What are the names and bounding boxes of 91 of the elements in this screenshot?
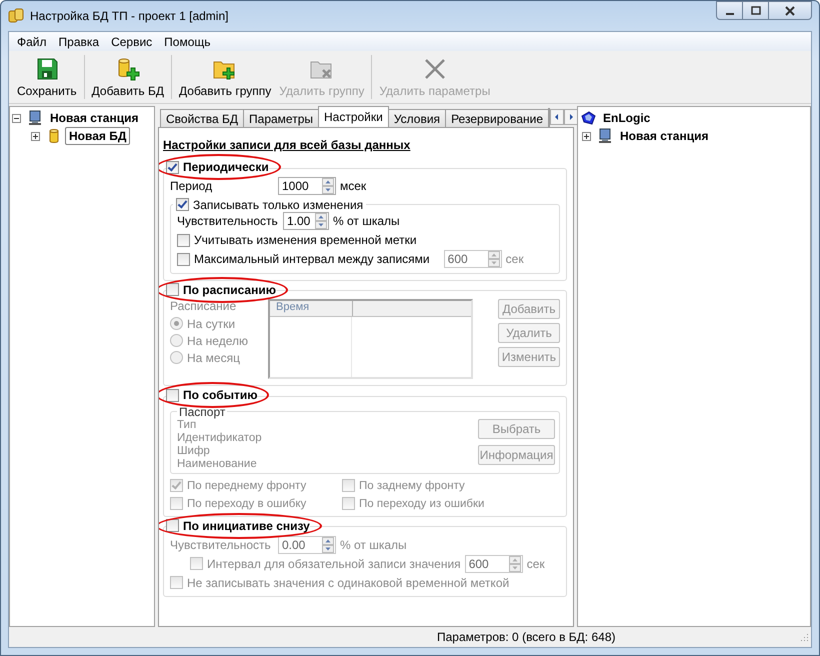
radio-button[interactable]: [170, 317, 183, 330]
tab[interactable]: Условия: [388, 109, 446, 127]
radio-button[interactable]: [170, 334, 183, 347]
maximize-button[interactable]: [742, 1, 769, 20]
tree-toggle-icon[interactable]: [31, 132, 40, 140]
field-label: Чувствительность: [170, 538, 272, 552]
computer-icon: [597, 128, 613, 144]
spin-arrows-icon: [488, 251, 500, 267]
close-button[interactable]: [768, 1, 812, 20]
checkbox-label: По инициативе снизу: [183, 518, 310, 532]
status-text: Параметров: 0 (всего в БД: 648): [437, 630, 616, 644]
menu-item[interactable]: Файл: [11, 34, 53, 48]
menu-item[interactable]: Помощь: [158, 34, 217, 48]
checkbox[interactable]: [166, 519, 179, 532]
checkbox[interactable]: [170, 576, 183, 589]
checkbox[interactable]: [342, 479, 355, 492]
radio-button[interactable]: [170, 351, 183, 364]
checkbox-label: По расписанию: [183, 282, 276, 296]
checkbox-label: По событию: [183, 388, 258, 402]
checkbox[interactable]: [177, 234, 190, 246]
toolbar-button[interactable]: Добавить группу: [175, 53, 276, 101]
toolbar-button[interactable]: Сохранить: [13, 53, 81, 101]
checkbox[interactable]: [170, 497, 183, 510]
checkbox-label: Периодически: [183, 160, 269, 174]
tab[interactable]: Настройки: [318, 106, 389, 127]
section-heading: Настройки записи для всей базы данных: [163, 138, 412, 152]
tree-item[interactable]: Новая станция: [46, 109, 142, 127]
tree-item[interactable]: Новая БД: [65, 127, 130, 145]
window-title: Настройка БД ТП - проект 1 [admin]: [30, 9, 230, 23]
size-grip-icon[interactable]: [799, 632, 809, 642]
checkbox[interactable]: [190, 557, 203, 570]
spin-arrows-icon: [322, 536, 334, 552]
checkbox-label: Учитывать изменения временной метки: [194, 233, 417, 247]
app-icon: [8, 8, 24, 24]
spin-field[interactable]: 1.00: [283, 212, 329, 230]
database-add-icon: [116, 57, 140, 81]
unit-label: мсек: [340, 179, 366, 193]
checkbox[interactable]: [176, 198, 189, 211]
computer-icon: [27, 110, 43, 126]
tree-item[interactable]: Новая станция: [616, 127, 712, 145]
spin-arrows-icon: [508, 556, 521, 572]
field-label: Чувствительность: [177, 214, 279, 228]
field-label: Идентификатор: [177, 432, 263, 444]
unit-label: сек: [506, 252, 524, 266]
minimize-button[interactable]: [716, 1, 743, 20]
unit-label: % от шкалы: [333, 214, 400, 228]
menu-item[interactable]: Сервис: [105, 34, 158, 48]
unit-label: сек: [526, 556, 545, 570]
checkbox-label: По переходу из ошибки: [359, 498, 484, 510]
toolbar-button[interactable]: Добавить БД: [88, 53, 168, 101]
checkbox-label: Интервал для обязательной записи значения: [207, 556, 461, 570]
radio-label: На сутки: [187, 316, 236, 330]
spin-field[interactable]: 0.00: [278, 536, 336, 554]
tree-item[interactable]: EnLogic: [599, 109, 654, 127]
tab[interactable]: Резервирование: [445, 109, 550, 127]
tab[interactable]: Свойства БД: [160, 109, 244, 127]
radio-label: На неделю: [187, 334, 248, 348]
checkbox-label: По переднему фронту: [187, 480, 306, 492]
checkbox-label: Не записывать значения с одинаковой временной меткой: [187, 576, 510, 590]
checkbox[interactable]: [166, 388, 179, 402]
checkbox-label: Записывать только изменения: [193, 198, 364, 212]
spin-arrows-icon: [315, 213, 327, 229]
close-icon: [784, 6, 796, 16]
field-label: Шифр: [177, 444, 211, 458]
checkbox[interactable]: [166, 160, 179, 174]
checkbox-label: По заднему фронту: [359, 480, 465, 492]
cross-icon: [422, 57, 447, 81]
radio-label: На месяц: [187, 350, 240, 364]
spin-arrows-icon: [322, 178, 334, 194]
field-label: Тип: [177, 418, 198, 432]
field-label: Период: [170, 179, 214, 193]
spin-field[interactable]: 600: [464, 554, 523, 572]
unit-label: % от шкалы: [340, 538, 407, 552]
spin-field[interactable]: 1000: [278, 177, 336, 195]
tab[interactable]: Параметры: [243, 109, 319, 127]
checkbox-label: Максимальный интервал между записями: [194, 252, 430, 266]
tree-toggle-icon[interactable]: [582, 132, 591, 140]
checkbox-label: По переходу в ошибку: [187, 498, 306, 510]
menu-item[interactable]: Правка: [52, 34, 106, 48]
tree-toggle-icon[interactable]: [12, 114, 21, 122]
logo-icon: [580, 110, 596, 126]
scroll-left-icon[interactable]: [550, 109, 564, 125]
checkbox[interactable]: [166, 283, 179, 296]
field-label: Наименование: [177, 458, 258, 470]
field-label: Расписание: [170, 299, 238, 315]
maximize-icon: [750, 6, 762, 16]
group-title: Паспорт: [178, 404, 226, 418]
checkbox[interactable]: [170, 479, 183, 492]
scroll-right-icon[interactable]: [564, 109, 578, 125]
checkbox[interactable]: [342, 497, 355, 510]
minimize-icon: [726, 12, 734, 14]
